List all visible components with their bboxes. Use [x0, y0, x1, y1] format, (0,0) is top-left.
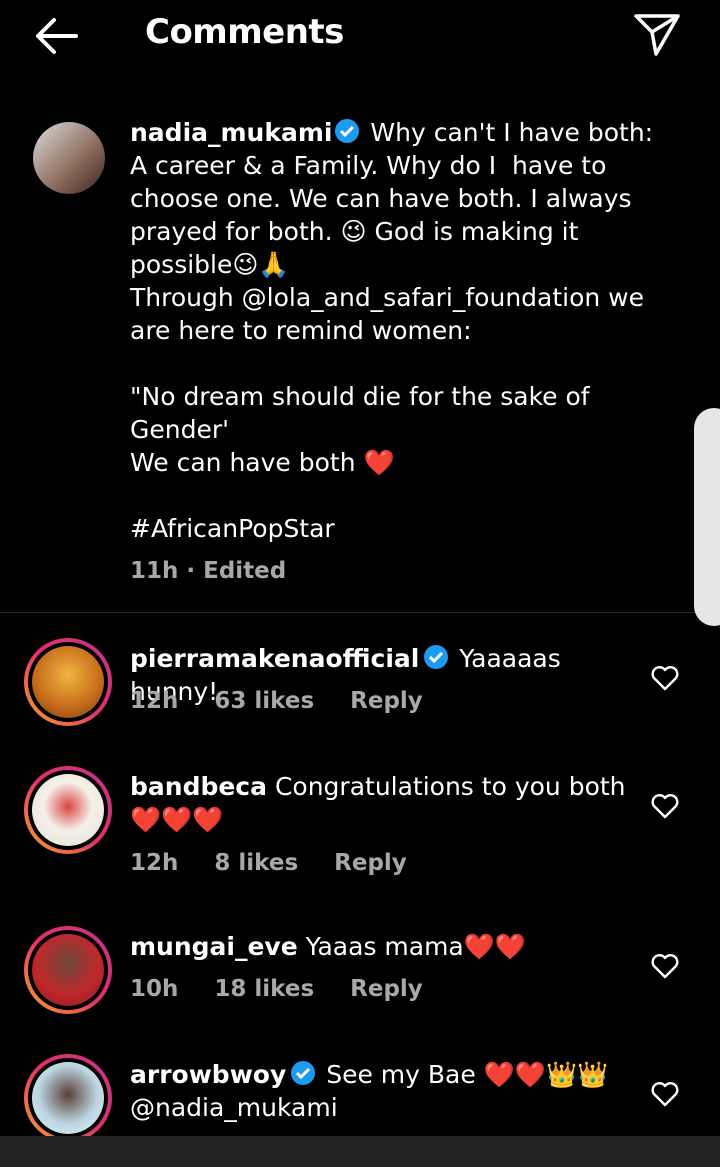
caption-meta: 11h · Edited — [130, 558, 287, 584]
caption-body: Why can't I have both: A career & a Fami… — [130, 118, 654, 543]
divider — [0, 612, 720, 613]
paper-plane-icon[interactable] — [632, 10, 682, 58]
reply-button[interactable]: Reply — [350, 976, 423, 1002]
bottom-bar — [0, 1136, 720, 1167]
caption-username[interactable]: nadia_mukami — [130, 118, 332, 147]
avatar[interactable] — [33, 122, 105, 194]
header: Comments — [0, 0, 720, 70]
comment-username[interactable]: mungai_eve — [130, 932, 298, 961]
comment-time: 12h — [130, 850, 179, 876]
heart-outline-icon[interactable] — [650, 663, 680, 693]
scrollbar-handle[interactable] — [694, 408, 720, 626]
comment-text: Yaaas mama❤️❤️ — [297, 932, 527, 961]
comment-username[interactable]: arrowbwoy — [130, 1060, 286, 1089]
verified-badge-icon — [335, 119, 360, 143]
comment-likes[interactable]: 8 likes — [214, 850, 298, 876]
reply-button[interactable]: Reply — [350, 688, 423, 714]
comment-username[interactable]: pierramakenaofficial — [130, 644, 419, 673]
avatar[interactable] — [24, 926, 112, 1014]
avatar[interactable] — [24, 638, 112, 726]
reply-button[interactable]: Reply — [334, 850, 407, 876]
comment-likes[interactable]: 18 likes — [214, 976, 314, 1002]
comment-username[interactable]: bandbeca — [130, 772, 267, 801]
heart-outline-icon[interactable] — [650, 951, 680, 981]
caption-text: nadia_mukami Why can't I have both: A ca… — [130, 116, 655, 545]
avatar[interactable] — [24, 766, 112, 854]
heart-outline-icon[interactable] — [650, 791, 680, 821]
page-title: Comments — [145, 12, 344, 52]
heart-outline-icon[interactable] — [650, 1079, 680, 1109]
comment-time: 10h — [130, 976, 179, 1002]
post-caption: nadia_mukami Why can't I have both: A ca… — [0, 110, 720, 613]
comment-likes[interactable]: 63 likes — [214, 688, 314, 714]
verified-badge-icon — [424, 645, 449, 669]
comment-time: 12h — [130, 688, 179, 714]
back-arrow-icon[interactable] — [30, 14, 82, 58]
avatar[interactable] — [24, 1054, 112, 1142]
verified-badge-icon — [291, 1061, 316, 1085]
